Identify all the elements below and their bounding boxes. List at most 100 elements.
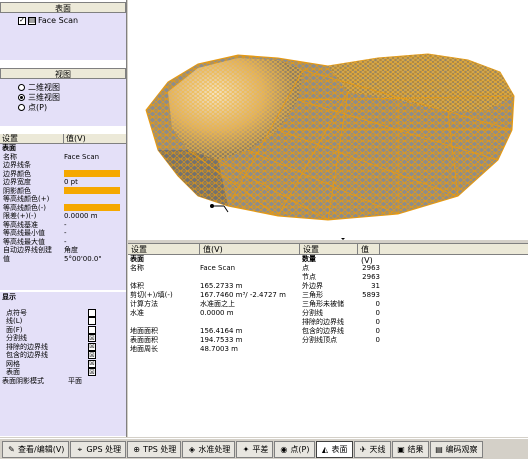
property-value[interactable]: - — [64, 221, 126, 230]
app-window: 表面 ✓ ▤ Face Scan 视图 二维视图 三维视图 点(P) 设置 值(V)… — [0, 0, 528, 459]
property-row[interactable]: 阴影颜色 — [0, 187, 126, 196]
display-option-label: 表面 — [6, 368, 20, 376]
property-row[interactable]: 等高线最大值 - — [0, 238, 126, 247]
taskbar-button-9[interactable]: ▤ 编码观察 — [429, 440, 483, 458]
property-value[interactable]: 5°00'00.0" — [64, 255, 126, 264]
property-value[interactable] — [64, 161, 126, 170]
view-option-1[interactable]: 三维视图 — [18, 92, 126, 102]
color-swatch[interactable] — [64, 187, 120, 194]
property-value[interactable]: Face Scan — [64, 153, 126, 162]
display-checkbox[interactable] — [88, 325, 96, 334]
stat-value: 167.7460 m³/ -2.4727 m — [200, 291, 286, 299]
taskbar-button-6[interactable]: ◭ 表面 — [315, 440, 353, 458]
display-row[interactable]: 排除的边界线 ☒ — [0, 343, 126, 352]
property-row[interactable]: 限差(+)(-) 0.0000 m — [0, 212, 126, 221]
bottom_right-row: 节点 2963 — [300, 273, 528, 282]
stat-value: 0 — [375, 309, 380, 317]
taskbar-button-0[interactable]: ✎ 查看/编辑(V) — [2, 440, 70, 458]
display-checkbox[interactable]: ☒ — [88, 368, 96, 377]
property-row[interactable]: 等高线颜色(+) — [0, 195, 126, 204]
view-option-0[interactable]: 二维视图 — [18, 82, 126, 92]
shadow-mode-value[interactable]: 平面 — [68, 377, 82, 386]
module-taskbar: ✎ 查看/编辑(V) ⌖ GPS 处理 ⊕ TPS 处理 ◈ 水准处理 ✦ 平差 ◉ 点(P) ◭ 表面 ✈… — [0, 438, 528, 459]
property-row[interactable]: 等高线最小值 - — [0, 229, 126, 238]
property-name: 阴影颜色 — [3, 186, 31, 195]
taskbar-label: 平差 — [252, 444, 269, 454]
stat-name: 名称 — [130, 264, 144, 272]
property-value[interactable]: - — [64, 238, 126, 247]
taskbar-button-5[interactable]: ◉ 点(P) — [274, 440, 315, 458]
view-options: 二维视图 三维视图 点(P) — [0, 82, 126, 112]
display-checkbox[interactable]: ☒ — [88, 334, 96, 343]
property-value[interactable]: 0.0000 m — [64, 212, 126, 221]
display-option-label: 包含的边界线 — [6, 351, 48, 359]
taskbar-button-3[interactable]: ◈ 水准处理 — [182, 440, 236, 458]
display-row[interactable]: 点符号 — [0, 309, 126, 318]
edit-icon: ✎ — [8, 444, 15, 454]
display-checkbox[interactable] — [88, 317, 96, 326]
shadow-mode-row[interactable]: 表面阴影模式 平面 — [0, 377, 126, 386]
color-swatch[interactable] — [64, 204, 120, 211]
display-row[interactable]: 网格 ☒ — [0, 360, 126, 369]
tps-icon: ⊕ — [133, 444, 140, 454]
property-value-text: Face Scan — [64, 152, 100, 161]
taskbar-button-7[interactable]: ✈ 天线 — [353, 440, 391, 458]
display-row[interactable]: 分割线 ☒ — [0, 334, 126, 343]
surface-tree-item[interactable]: ✓ ▤ Face Scan — [18, 16, 78, 25]
display-row[interactable]: 包含的边界线 ☒ — [0, 351, 126, 360]
property-value[interactable]: - — [64, 229, 126, 238]
view-radio-icon[interactable] — [18, 93, 25, 101]
view-radio-icon[interactable] — [18, 83, 25, 91]
display-row[interactable]: 线(L) — [0, 317, 126, 326]
display-row[interactable]: 面(F) — [0, 326, 126, 335]
property-row[interactable]: 边界线条 — [0, 161, 126, 170]
color-swatch[interactable] — [64, 170, 120, 177]
taskbar-button-4[interactable]: ✦ 平差 — [236, 440, 274, 458]
property-value[interactable] — [64, 170, 126, 179]
gps-icon: ⌖ — [77, 444, 83, 454]
surface-stats-table: 设置 值(V) 表面 名称 Face Scan 体积 165.2733 m 剪切(+)/… — [128, 244, 300, 438]
property-row[interactable]: 自动边界线创建 角度 — [0, 246, 126, 255]
display-panel-title: 显示 — [2, 293, 16, 301]
display-checkbox[interactable]: ☒ — [88, 342, 96, 351]
property-name: 等高线最小值 — [3, 229, 45, 237]
property-row[interactable]: 名称 Face Scan — [0, 153, 126, 162]
stat-name: 分割线顶点 — [302, 336, 337, 344]
view-radio-icon[interactable] — [18, 103, 25, 111]
property-value[interactable] — [64, 204, 126, 213]
property-value-text: 5°00'00.0" — [64, 254, 102, 263]
surface-visible-checkbox[interactable]: ✓ — [18, 16, 26, 25]
bottom_left-row: 水准 0.0000 m — [128, 309, 300, 318]
property-row[interactable]: 边界颜色 — [0, 170, 126, 179]
property-row[interactable]: 边界宽度 0 pt — [0, 178, 126, 187]
properties-col-value: 值(V) — [66, 134, 86, 143]
taskbar-button-1[interactable]: ⌖ GPS 处理 — [70, 440, 127, 458]
stat-name — [128, 318, 200, 327]
bottom_right-row: 三角形未被储 0 — [300, 300, 528, 309]
property-row[interactable]: 等高线颜色(-) — [0, 204, 126, 213]
property-value[interactable]: 0 pt — [64, 178, 126, 187]
taskbar-button-2[interactable]: ⊕ TPS 处理 — [127, 440, 182, 458]
view-option-2[interactable]: 点(P) — [18, 102, 126, 112]
left-sidebar: 表面 ✓ ▤ Face Scan 视图 二维视图 三维视图 点(P) 设置 值(V)… — [0, 0, 127, 437]
bottom_right-row: 三角形 5893 — [300, 291, 528, 300]
property-value[interactable] — [64, 195, 126, 204]
property-value[interactable]: 角度 — [64, 246, 126, 255]
property-row[interactable]: 值 5°00'00.0" — [0, 255, 126, 264]
property-name: 边界宽度 — [3, 178, 31, 186]
taskbar-button-8[interactable]: ▣ 结果 — [391, 440, 429, 458]
count-stats-table: 设置 值(V) 数量 点 2963 节点 2963 外边界 31 三角形 5893 三角形未被储… — [300, 244, 528, 438]
sky-icon: ✈ — [359, 444, 367, 454]
display-checkbox[interactable]: ☒ — [88, 351, 96, 360]
display-row[interactable]: 表面 ☒ — [0, 368, 126, 377]
stat-value: 156.4164 m — [200, 327, 243, 335]
display-checkbox[interactable]: ☒ — [88, 359, 96, 368]
bottom_left-row: 地面面积 156.4164 m — [128, 327, 300, 336]
property-row[interactable]: 等高线基准 - — [0, 221, 126, 230]
count-stats-header: 设置 值(V) — [300, 244, 528, 265]
3d-viewport[interactable] — [128, 0, 528, 240]
display-checkbox[interactable] — [88, 308, 96, 317]
stat-name: 水准 — [130, 309, 144, 317]
property-value[interactable] — [64, 187, 126, 196]
surface-icon: ◭ — [321, 444, 329, 454]
